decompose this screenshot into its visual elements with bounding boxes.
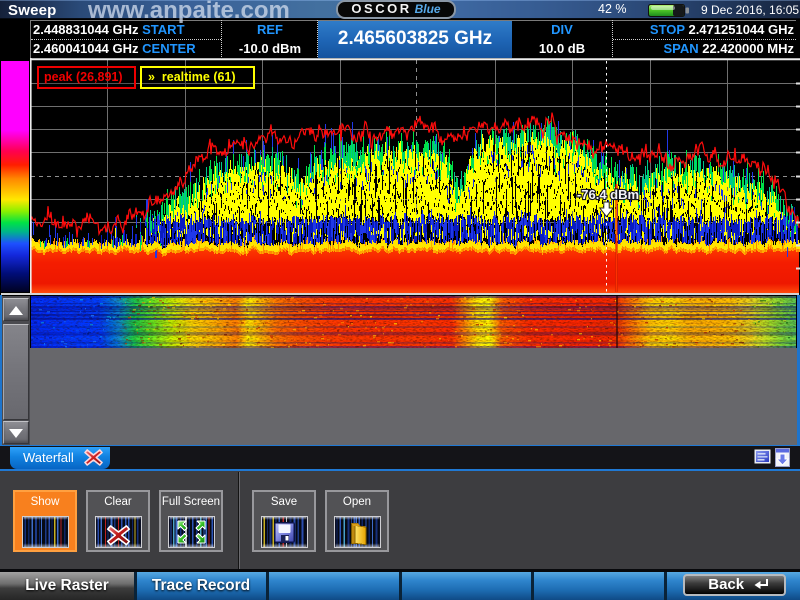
svg-text:-76.4 dBm: -76.4 dBm [577, 187, 639, 202]
